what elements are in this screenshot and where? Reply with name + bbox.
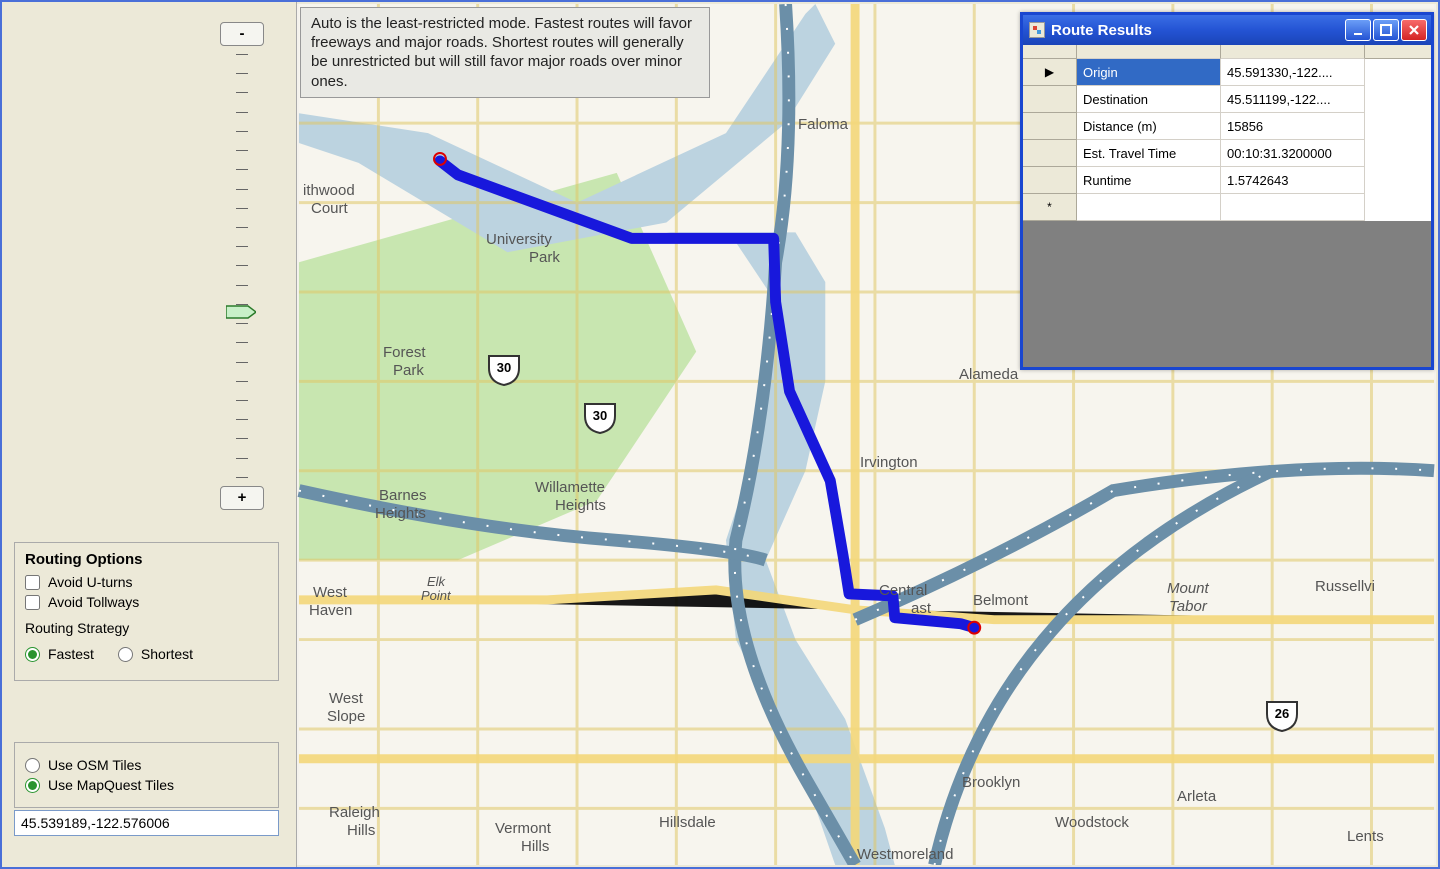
avoid-uturns-option[interactable]: Avoid U-turns <box>25 574 268 590</box>
zoom-out-button[interactable]: - <box>220 22 264 46</box>
maximize-button[interactable] <box>1373 19 1399 41</box>
tile-mapquest-option[interactable]: Use MapQuest Tiles <box>25 777 268 793</box>
grid-new-row[interactable]: * <box>1023 194 1431 221</box>
close-button[interactable] <box>1401 19 1427 41</box>
tile-source-panel: Use OSM Tiles Use MapQuest Tiles <box>14 742 279 808</box>
grid-header <box>1023 45 1431 59</box>
strategy-fastest-radio[interactable] <box>25 647 40 662</box>
results-grid[interactable]: ▶ Origin 45.591330,-122.... Destination … <box>1023 45 1431 221</box>
results-titlebar[interactable]: Route Results <box>1023 15 1431 45</box>
cell-value[interactable]: 1.5742643 <box>1221 167 1365 194</box>
zoom-handle[interactable] <box>226 304 256 320</box>
strategy-shortest-label: Shortest <box>141 646 193 662</box>
map-viewport[interactable]: Auto is the least-restricted mode. Faste… <box>297 4 1436 865</box>
tile-mapquest-label: Use MapQuest Tiles <box>48 777 174 793</box>
routing-strategy-label: Routing Strategy <box>25 620 268 636</box>
cell-value[interactable]: 45.591330,-122.... <box>1221 59 1365 86</box>
left-panel: - + Routing Options Avoid U-turns Avoid … <box>2 2 297 867</box>
strategy-shortest-option[interactable]: Shortest <box>118 646 193 662</box>
cell-value[interactable]: 45.511199,-122.... <box>1221 86 1365 113</box>
cell-value[interactable]: 15856 <box>1221 113 1365 140</box>
avoid-tollways-checkbox[interactable] <box>25 595 40 610</box>
tile-osm-radio[interactable] <box>25 758 40 773</box>
routing-options-panel: Routing Options Avoid U-turns Avoid Toll… <box>14 542 279 681</box>
tile-mapquest-radio[interactable] <box>25 778 40 793</box>
minimize-button[interactable] <box>1345 19 1371 41</box>
results-window-title: Route Results <box>1051 22 1152 39</box>
window-icon <box>1029 22 1045 38</box>
grid-row[interactable]: Est. Travel Time 00:10:31.3200000 <box>1023 140 1431 167</box>
cell-key: Runtime <box>1077 167 1221 194</box>
route-results-window[interactable]: Route Results ▶ Origin <box>1020 12 1434 370</box>
strategy-fastest-label: Fastest <box>48 646 94 662</box>
grid-row[interactable]: Destination 45.511199,-122.... <box>1023 86 1431 113</box>
new-row-marker-icon: * <box>1023 194 1077 221</box>
grid-row[interactable]: Distance (m) 15856 <box>1023 113 1431 140</box>
current-row-indicator-icon: ▶ <box>1023 59 1077 86</box>
avoid-uturns-checkbox[interactable] <box>25 575 40 590</box>
grid-row[interactable]: ▶ Origin 45.591330,-122.... <box>1023 59 1431 86</box>
avoid-tollways-label: Avoid Tollways <box>48 594 139 610</box>
cell-key: Origin <box>1077 59 1221 86</box>
zoom-track[interactable] <box>220 46 264 486</box>
cell-key: Distance (m) <box>1077 113 1221 140</box>
tile-osm-option[interactable]: Use OSM Tiles <box>25 757 268 773</box>
cell-key: Destination <box>1077 86 1221 113</box>
cell-key: Est. Travel Time <box>1077 140 1221 167</box>
cell-value[interactable]: 00:10:31.3200000 <box>1221 140 1365 167</box>
routing-strategy-group: Fastest Shortest <box>25 642 268 666</box>
tile-osm-label: Use OSM Tiles <box>48 757 141 773</box>
mode-info-tooltip: Auto is the least-restricted mode. Faste… <box>300 7 710 98</box>
zoom-slider: - + <box>220 22 264 522</box>
grid-row[interactable]: Runtime 1.5742643 <box>1023 167 1431 194</box>
zoom-in-button[interactable]: + <box>220 486 264 510</box>
routing-options-heading: Routing Options <box>25 551 268 568</box>
avoid-tollways-option[interactable]: Avoid Tollways <box>25 594 268 610</box>
strategy-shortest-radio[interactable] <box>118 647 133 662</box>
coordinate-input[interactable] <box>14 810 279 836</box>
strategy-fastest-option[interactable]: Fastest <box>25 646 94 662</box>
avoid-uturns-label: Avoid U-turns <box>48 574 133 590</box>
